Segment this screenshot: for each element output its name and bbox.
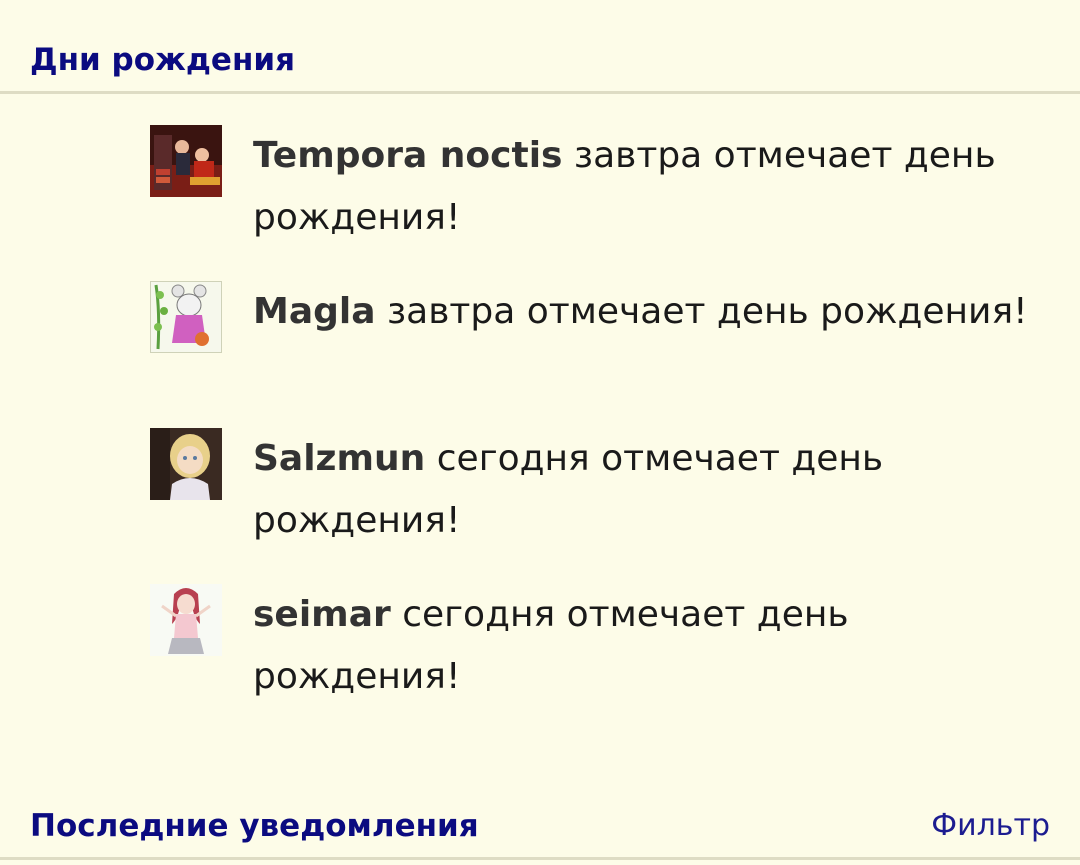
notifications-title: Последние уведомления [30, 808, 479, 844]
avatar[interactable] [150, 281, 222, 353]
birthday-message: Tempora noctis завтра отмечает день рожд… [253, 125, 1048, 249]
user-name-link[interactable]: seimar [253, 594, 391, 635]
notifications-header: Последние уведомления Фильтр [0, 768, 1080, 860]
birthday-text: завтра отмечает день рождения! [386, 291, 1028, 332]
avatar[interactable] [150, 125, 222, 197]
birthday-message: seimar сегодня отмечает день рождения! [253, 584, 1048, 708]
avatar[interactable] [150, 584, 222, 656]
user-name-link[interactable]: Magla [253, 291, 376, 332]
birthday-message: Magla завтра отмечает день рождения! [253, 281, 1048, 343]
birthday-message: Salzmun сегодня отмечает день рождения! [253, 428, 1048, 552]
birthdays-title: Дни рождения [30, 42, 295, 78]
user-name-link[interactable]: Tempora noctis [253, 135, 562, 176]
user-name-link[interactable]: Salzmun [253, 438, 425, 479]
birthdays-page: Дни рождения Tempora noctis завтра отмеч… [0, 0, 1080, 865]
avatar[interactable] [150, 428, 222, 500]
birthdays-header: Дни рождения [0, 0, 1080, 94]
filter-link[interactable]: Фильтр [931, 806, 1050, 846]
